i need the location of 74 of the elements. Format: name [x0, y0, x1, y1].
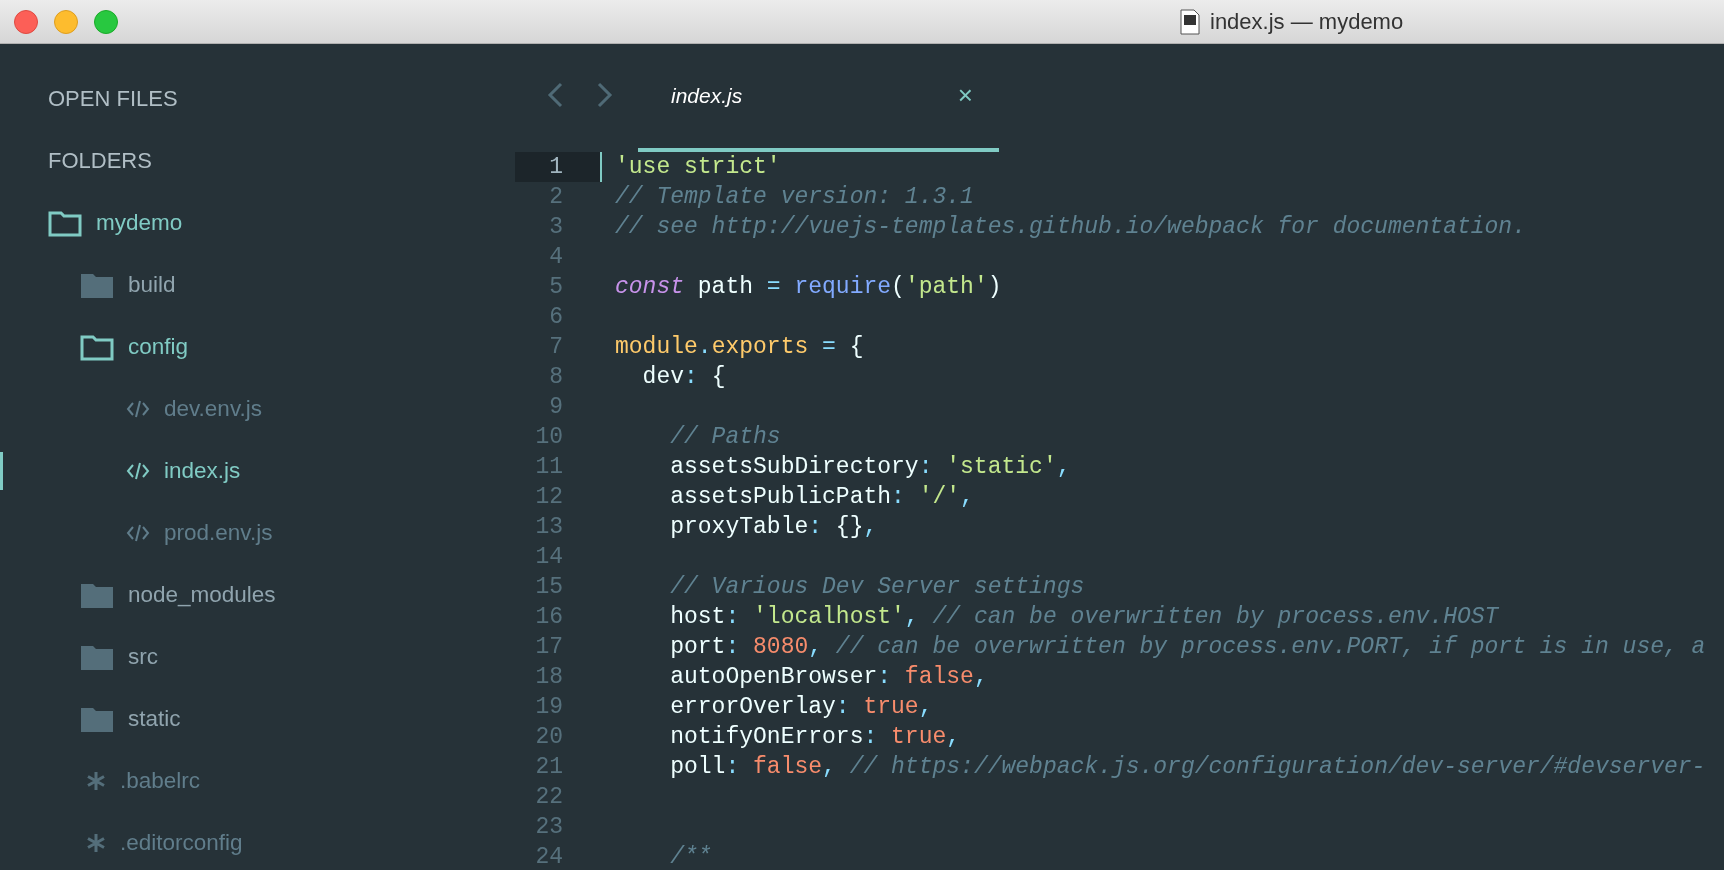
- asterisk-icon: [86, 833, 106, 853]
- close-tab-button[interactable]: ×: [957, 84, 973, 106]
- folder-icon: [80, 333, 114, 361]
- tree-item[interactable]: node_modules: [0, 564, 515, 626]
- line-number: 3: [548, 213, 564, 242]
- document-icon: [1180, 8, 1200, 35]
- line-number: 1: [515, 152, 600, 182]
- code-line: const path = require('path'): [614, 273, 1002, 302]
- line-number: 16: [534, 603, 564, 632]
- tree-item[interactable]: src: [0, 626, 515, 688]
- section-heading: OPEN FILES: [48, 86, 178, 112]
- line-number: 6: [548, 303, 564, 332]
- code-line: assetsPublicPath: '/',: [669, 483, 974, 512]
- code-line: /**: [669, 843, 712, 870]
- code-line: proxyTable: {},: [669, 513, 878, 542]
- line-number: 17: [534, 633, 564, 662]
- selection-indicator: [0, 452, 3, 490]
- tree-item[interactable]: config: [0, 316, 515, 378]
- close-window-button[interactable]: [14, 9, 38, 34]
- code-line: // see http://vuejs-templates.github.io/webpack for documentation.: [614, 213, 1526, 242]
- code-line: port: 8080, // can be overwritten by process.env.PORT, if port is in use, a: [669, 633, 1706, 662]
- code-line: // Paths: [669, 423, 781, 452]
- folder-icon: [80, 705, 114, 733]
- tree-item[interactable]: prod.env.js: [0, 502, 515, 564]
- code-line: assetsSubDirectory: 'static',: [669, 453, 1071, 482]
- code-line: // Various Dev Server settings: [669, 573, 1085, 602]
- line-number: 15: [534, 573, 564, 602]
- line-number: 10: [534, 423, 564, 452]
- code-line: poll: false, // https://webpack.js.org/configuration/dev-server/#devserver-: [669, 753, 1706, 782]
- line-number: 22: [534, 783, 564, 812]
- line-number: 21: [534, 753, 564, 782]
- line-number: 24: [534, 843, 564, 870]
- line-number: 2: [548, 183, 564, 212]
- line-number: 9: [548, 393, 564, 422]
- code-line: 'use strict': [600, 152, 781, 182]
- editor-tab[interactable]: index.js ×: [638, 80, 999, 152]
- tree-item[interactable]: dev.env.js: [0, 378, 515, 440]
- tree-item[interactable]: build: [0, 254, 515, 316]
- tree-item[interactable]: static: [0, 688, 515, 750]
- tree-item[interactable]: .editorconfig: [0, 812, 515, 870]
- code-line: module.exports = {: [614, 333, 864, 362]
- folder-icon: [80, 271, 114, 299]
- folder-icon: [48, 209, 82, 237]
- code-line: host: 'localhost', // can be overwritten by process.env.HOST: [669, 603, 1499, 632]
- folder-icon: [80, 581, 114, 609]
- line-number: 7: [548, 333, 564, 362]
- line-number: 12: [534, 483, 564, 512]
- code-line: notifyOnErrors: true,: [669, 723, 961, 752]
- line-number: 4: [548, 243, 564, 272]
- folder-icon: [80, 643, 114, 671]
- code-line: errorOverlay: true,: [669, 693, 933, 722]
- line-number: 13: [534, 513, 564, 542]
- code-line: // Template version: 1.3.1: [614, 183, 974, 212]
- line-number: 19: [534, 693, 564, 722]
- window-title: index.js — mydemo: [1210, 8, 1404, 35]
- line-number: 5: [548, 273, 564, 302]
- line-number: 8: [548, 363, 564, 392]
- code-icon: [126, 524, 150, 542]
- line-number: 11: [534, 453, 564, 482]
- asterisk-icon: [86, 771, 106, 791]
- tree-item[interactable]: index.js: [0, 440, 515, 502]
- code-line: autoOpenBrowser: false,: [669, 663, 988, 692]
- line-number: 18: [534, 663, 564, 692]
- section-heading: FOLDERS: [48, 148, 152, 174]
- line-number: 23: [534, 813, 564, 842]
- minimize-window-button[interactable]: [54, 9, 78, 34]
- zoom-window-button[interactable]: [94, 9, 118, 34]
- line-number: 20: [534, 723, 564, 752]
- code-icon: [126, 462, 150, 480]
- tree-item[interactable]: .babelrc: [0, 750, 515, 812]
- tree-item[interactable]: mydemo: [0, 192, 515, 254]
- line-number: 14: [534, 543, 564, 572]
- code-icon: [126, 400, 150, 418]
- code-line: dev: {: [641, 363, 726, 392]
